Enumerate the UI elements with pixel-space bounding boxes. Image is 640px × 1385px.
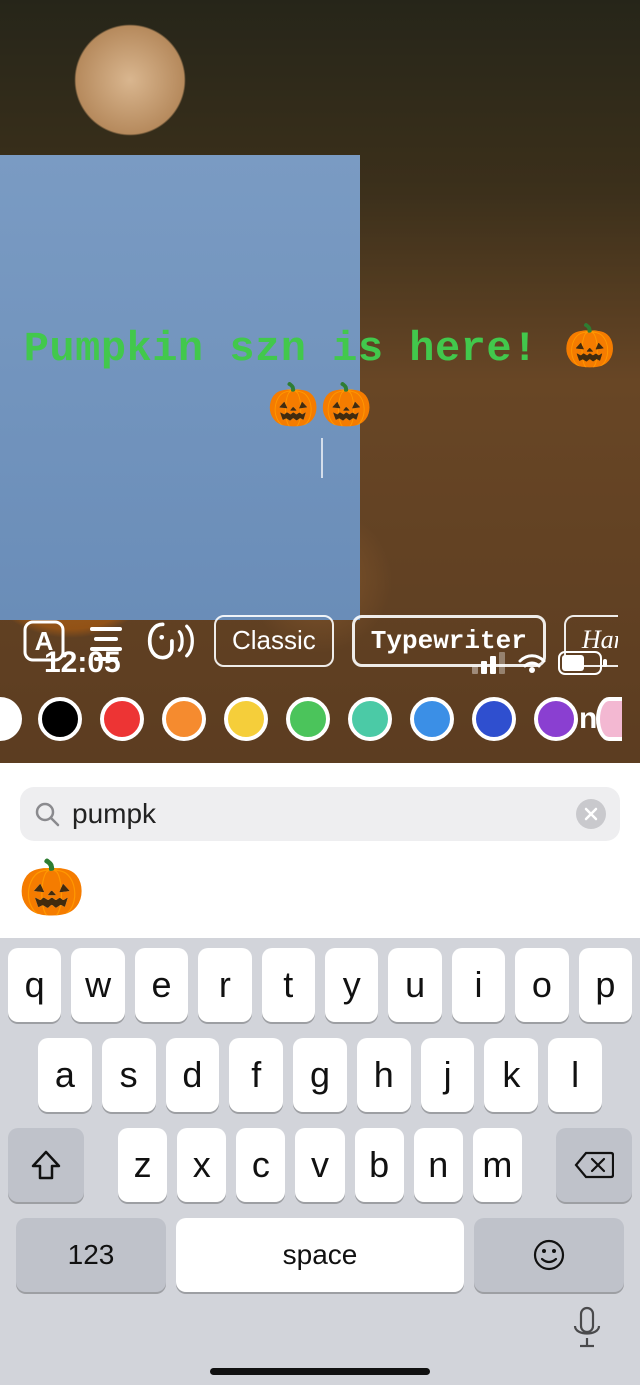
key-o[interactable]: o	[515, 948, 568, 1022]
color-swatch[interactable]	[224, 697, 268, 741]
emoji-search-box[interactable]	[20, 787, 620, 841]
color-swatch[interactable]	[162, 697, 206, 741]
key-i[interactable]: i	[452, 948, 505, 1022]
emoji-search-row	[0, 763, 640, 853]
color-swatch[interactable]	[596, 697, 622, 741]
key-x[interactable]: x	[177, 1128, 226, 1202]
story-text-input[interactable]: Pumpkin szn is here! 🎃🎃🎃	[0, 320, 640, 478]
space-key[interactable]: space	[176, 1218, 464, 1292]
key-n[interactable]: n	[414, 1128, 463, 1202]
shift-key[interactable]	[8, 1128, 84, 1202]
key-d[interactable]: d	[166, 1038, 220, 1112]
svg-text:A: A	[35, 626, 54, 656]
emoji-search-input[interactable]	[72, 798, 564, 830]
numbers-key[interactable]: 123	[16, 1218, 166, 1292]
key-s[interactable]: s	[102, 1038, 156, 1112]
key-z[interactable]: z	[118, 1128, 167, 1202]
key-g[interactable]: g	[293, 1038, 347, 1112]
key-m[interactable]: m	[473, 1128, 522, 1202]
key-u[interactable]: u	[388, 948, 441, 1022]
color-swatch[interactable]	[534, 697, 578, 741]
color-swatch[interactable]	[38, 697, 82, 741]
key-p[interactable]: p	[579, 948, 632, 1022]
home-indicator[interactable]	[210, 1368, 430, 1375]
key-t[interactable]: t	[262, 948, 315, 1022]
color-swatch[interactable]	[410, 697, 454, 741]
font-option-handwriting[interactable]: Handwr	[564, 615, 618, 667]
keyboard-keys: qwertyuiop asdfghjkl zxcvbnm 123 space	[0, 938, 640, 1292]
text-align-button[interactable]	[84, 616, 128, 666]
key-c[interactable]: c	[236, 1128, 285, 1202]
key-h[interactable]: h	[357, 1038, 411, 1112]
close-icon	[584, 807, 598, 821]
font-option-classic[interactable]: Classic	[214, 615, 334, 667]
backspace-icon	[574, 1150, 614, 1180]
text-toolbar: A Classic Typewriter Handwr	[0, 615, 640, 667]
key-v[interactable]: v	[295, 1128, 344, 1202]
key-w[interactable]: w	[71, 948, 124, 1022]
key-a[interactable]: a	[38, 1038, 92, 1112]
color-swatch[interactable]	[0, 697, 22, 741]
text-style-button[interactable]: A	[22, 616, 66, 666]
key-e[interactable]: e	[135, 948, 188, 1022]
backspace-key[interactable]	[556, 1128, 632, 1202]
color-swatch-row	[0, 697, 640, 741]
story-editor: 12:05 Done Pumpkin szn is here! 🎃🎃🎃 A Cl…	[0, 0, 640, 763]
shift-icon	[29, 1148, 63, 1182]
color-swatch[interactable]	[286, 697, 330, 741]
font-picker: Classic Typewriter Handwr	[214, 615, 618, 667]
search-icon	[34, 801, 60, 827]
key-k[interactable]: k	[484, 1038, 538, 1112]
key-j[interactable]: j	[421, 1038, 475, 1112]
keyboard-panel: 🎃 qwertyuiop asdfghjkl zxcvbnm 123 space	[0, 763, 640, 1385]
clear-search-button[interactable]	[576, 799, 606, 829]
font-option-typewriter[interactable]: Typewriter	[352, 615, 546, 667]
photo-subject	[0, 0, 360, 620]
color-swatch[interactable]	[472, 697, 516, 741]
emoji-keyboard-key[interactable]	[474, 1218, 624, 1292]
key-q[interactable]: q	[8, 948, 61, 1022]
emoji-icon	[532, 1238, 566, 1272]
key-y[interactable]: y	[325, 948, 378, 1022]
color-swatch[interactable]	[100, 697, 144, 741]
story-text-content: Pumpkin szn is here! 🎃🎃🎃	[0, 320, 640, 438]
key-f[interactable]: f	[229, 1038, 283, 1112]
text-cursor	[321, 438, 323, 478]
text-to-speech-button[interactable]	[146, 616, 196, 666]
key-b[interactable]: b	[355, 1128, 404, 1202]
dictation-icon[interactable]	[570, 1306, 604, 1350]
emoji-search-result[interactable]: 🎃	[0, 853, 640, 938]
key-r[interactable]: r	[198, 948, 251, 1022]
color-swatch[interactable]	[348, 697, 392, 741]
key-l[interactable]: l	[548, 1038, 602, 1112]
